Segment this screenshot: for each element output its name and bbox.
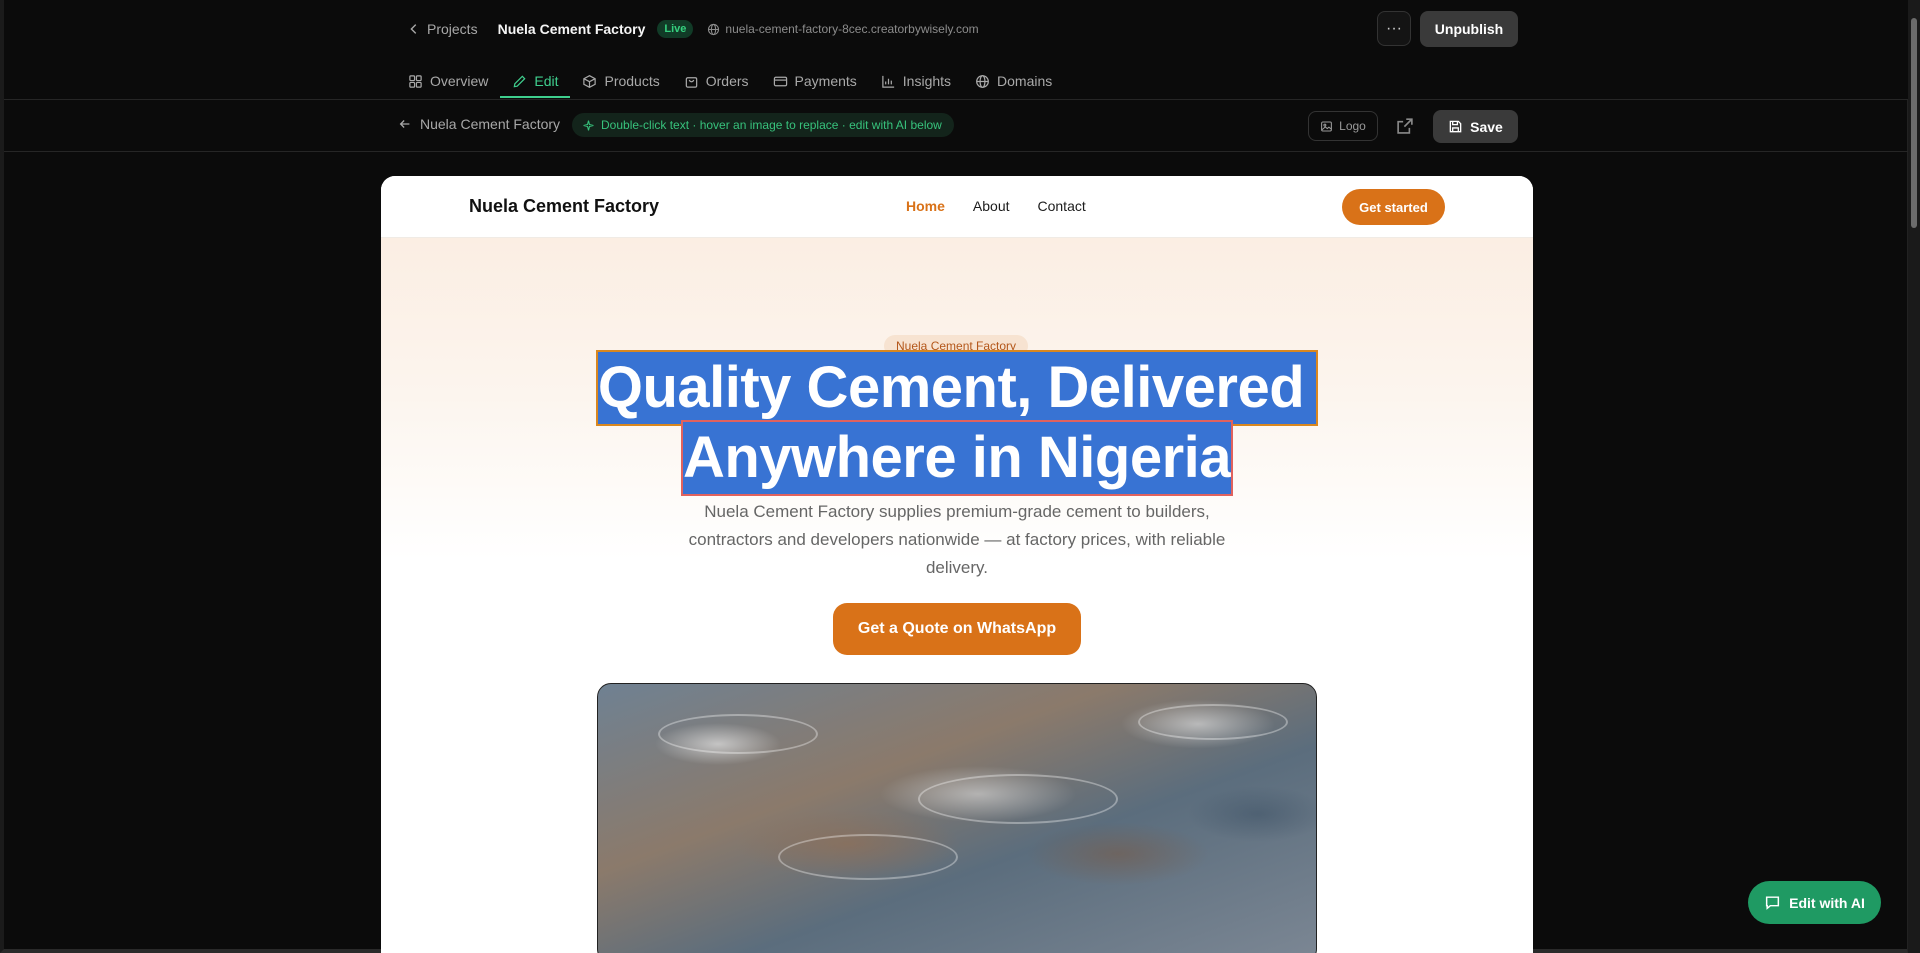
grid-icon [409,74,422,88]
projects-label: Projects [427,21,478,37]
box-icon [583,74,597,88]
tab-overview[interactable]: Overview [408,64,500,98]
external-link-icon[interactable] [1395,116,1415,136]
nav-contact[interactable]: Contact [1038,198,1086,214]
back-site-label: Nuela Cement Factory [420,116,561,132]
editor-hint: Double-click text · hover an image to re… [572,113,954,137]
headline-line-2[interactable]: Anywhere in Nigeria [680,420,1234,496]
arrow-left-icon [399,120,410,128]
card-icon [773,76,787,86]
edit-with-ai-button[interactable]: Edit with AI [1748,881,1881,924]
top-header: Projects Nuela Cement Factory Live nuela… [4,0,1912,100]
tab-label: Edit [534,73,559,89]
app-window: Projects Nuela Cement Factory Live nuela… [0,0,1912,953]
edit-ai-label: Edit with AI [1789,894,1865,911]
bar-chart-icon [882,75,894,88]
status-badge: Live [657,20,694,38]
logo-label: Logo [1339,119,1366,133]
nav-about[interactable]: About [973,198,1010,214]
site-brand[interactable]: Nuela Cement Factory [469,196,659,217]
site-url-link[interactable]: nuela-cement-factory-8cec.creatorbywisel… [707,22,979,36]
globe-icon [708,23,720,35]
save-icon [1449,120,1462,133]
tab-orders[interactable]: Orders [672,64,761,98]
unpublish-button[interactable]: Unpublish [1420,11,1518,47]
headline-line-1[interactable]: Quality Cement, Delivered [595,350,1319,426]
more-options-button[interactable]: ··· [1377,11,1411,46]
project-name: Nuela Cement Factory [497,21,646,37]
globe-icon [976,74,989,88]
tab-label: Orders [705,73,749,89]
tab-label: Overview [430,73,489,89]
back-to-site-link[interactable]: Nuela Cement Factory [398,116,560,132]
projects-back-link[interactable]: Projects [407,21,478,37]
hero-image[interactable] [597,683,1317,953]
tab-domains[interactable]: Domains [963,64,1064,98]
get-started-button[interactable]: Get started [1342,189,1445,225]
chevron-left-icon [410,24,417,34]
hero-subcopy[interactable]: Nuela Cement Factory supplies premium-gr… [667,498,1247,582]
tab-products[interactable]: Products [570,64,671,98]
sparkle-icon [583,119,594,131]
save-label: Save [1470,118,1503,135]
pencil-icon [513,74,526,87]
ellipsis-icon: ··· [1386,19,1402,37]
logo-button[interactable]: Logo [1308,111,1378,141]
image-texture [778,834,958,880]
main-tabs: Overview Edit Products Orders Payments I… [408,64,1064,100]
site-url-text: nuela-cement-factory-8cec.creatorbywisel… [725,22,979,36]
save-button[interactable]: Save [1433,110,1518,143]
image-icon [1321,121,1333,131]
whatsapp-quote-button[interactable]: Get a Quote on WhatsApp [833,603,1081,655]
scrollbar-thumb[interactable] [1911,18,1917,228]
tab-payments[interactable]: Payments [761,64,869,98]
site-navbar: Nuela Cement Factory Home About Contact … [381,176,1533,238]
image-texture [658,714,818,754]
hero-headline[interactable]: Quality Cement, Delivered Anywhere in Ni… [381,350,1533,496]
tab-label: Products [604,73,660,89]
hint-text: Double-click text · hover an image to re… [601,118,942,132]
tab-label: Insights [902,73,952,89]
page-scrollbar[interactable] [1908,0,1920,953]
hero-section: Nuela Cement Factory Quality Cement, Del… [381,238,1533,953]
tab-insights[interactable]: Insights [869,64,963,98]
tab-label: Payments [794,73,857,89]
nav-home[interactable]: Home [906,198,945,214]
breadcrumb: Projects Nuela Cement Factory Live nuela… [407,18,979,40]
image-texture [918,774,1118,824]
image-texture [1138,704,1288,740]
bag-icon [685,76,697,88]
tab-label: Domains [997,73,1053,89]
editor-toolbar: Nuela Cement Factory Double-click text ·… [4,100,1912,152]
site-preview: Nuela Cement Factory Home About Contact … [381,176,1533,953]
tab-edit[interactable]: Edit [500,64,571,98]
chat-icon [1766,896,1780,910]
site-nav-links: Home About Contact [906,198,1086,214]
